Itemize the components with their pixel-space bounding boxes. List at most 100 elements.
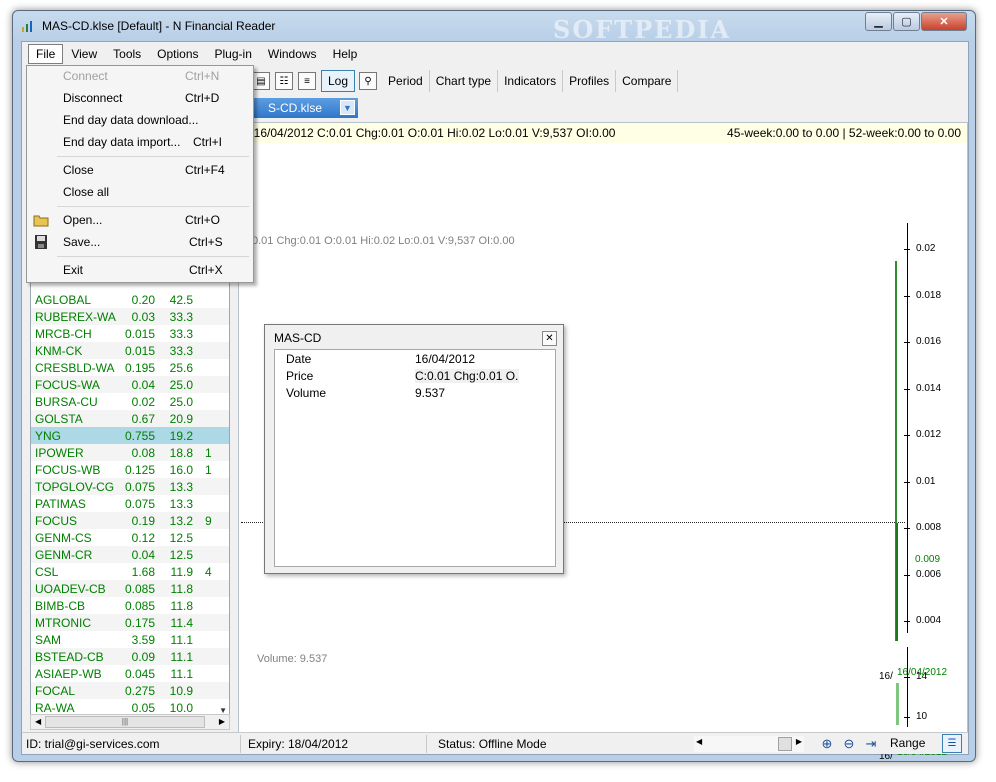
list-item[interactable]: RUBEREX-WA 0.03 33.3 xyxy=(31,308,229,325)
popup-row: Volume 9.537 xyxy=(275,384,555,401)
stock-price: 0.12 xyxy=(131,531,155,545)
price-tick xyxy=(904,435,910,436)
chevron-down-icon[interactable]: ▼ xyxy=(340,100,355,115)
close-window-button[interactable]: ✕ xyxy=(921,12,967,31)
chart-type-button[interactable]: Chart type xyxy=(430,70,499,92)
menu-view[interactable]: View xyxy=(63,44,105,64)
menu-item-disconnect[interactable]: Disconnect Ctrl+D xyxy=(27,88,253,108)
list-item[interactable]: MRCB-CH 0.015 33.3 xyxy=(31,325,229,342)
stock-chg: 13.3 xyxy=(169,480,193,494)
stock-price: 0.015 xyxy=(124,344,155,358)
period-button[interactable]: Period xyxy=(382,70,430,92)
stock-name: SAM xyxy=(35,633,62,647)
list-item[interactable]: BSTEAD-CB 0.09 11.1 xyxy=(31,648,229,665)
list-item[interactable]: BIMB-CB 0.085 11.8 xyxy=(31,597,229,614)
stock-price: 0.045 xyxy=(124,667,155,681)
menu-file[interactable]: File xyxy=(28,44,64,64)
profiles-button[interactable]: Profiles xyxy=(563,70,617,92)
list-item[interactable]: FOCUS 0.19 13.2 9 xyxy=(31,512,229,529)
stock-chg: 25.6 xyxy=(169,361,193,375)
menu-item-label: Disconnect xyxy=(63,91,123,105)
maximize-button[interactable]: ▢ xyxy=(893,12,920,31)
stock-price: 0.05 xyxy=(131,701,155,715)
stock-chg: 12.5 xyxy=(169,548,193,562)
list-item[interactable]: UOADEV-CB 0.085 11.8 xyxy=(31,580,229,597)
print-preview-icon[interactable]: ⚲ xyxy=(359,72,378,90)
menu-help[interactable]: Help xyxy=(325,44,366,64)
menu-item-download[interactable]: End day data download... xyxy=(27,110,253,130)
list-icon[interactable]: ≡ xyxy=(298,72,316,90)
zoom-in-icon[interactable]: ⊕ xyxy=(818,735,836,753)
menu-tools[interactable]: Tools xyxy=(105,44,149,64)
list-item[interactable]: TOPGLOV-CG 0.075 13.3 xyxy=(31,478,229,495)
watermark: SOFTPEDIA xyxy=(553,15,732,44)
floppy-disk-icon xyxy=(35,235,47,249)
zoom-out-icon[interactable]: ⊖ xyxy=(840,735,858,753)
indicators-button[interactable]: Indicators xyxy=(498,70,564,92)
stock-name: BSTEAD-CB xyxy=(35,650,104,664)
menu-item-label: Exit xyxy=(63,263,84,277)
scroll-thumb[interactable] xyxy=(778,737,792,751)
price-tick-label: 0.014 xyxy=(916,382,942,394)
list-item[interactable]: AGLOBAL 0.20 42.5 xyxy=(31,291,229,308)
stock-name: FOCUS-WB xyxy=(35,463,101,477)
menu-item-close-all[interactable]: Close all xyxy=(27,182,253,202)
list-item[interactable]: CSL 1.68 11.9 4 xyxy=(31,563,229,580)
list-item[interactable]: KNM-CK 0.015 33.3 xyxy=(31,342,229,359)
list-item[interactable]: PATIMAS 0.075 13.3 xyxy=(31,495,229,512)
properties-icon[interactable]: ☷ xyxy=(275,72,293,90)
list-item[interactable]: SAM 3.59 11.1 xyxy=(31,631,229,648)
document-tab[interactable]: S-CD.klse ▼ xyxy=(254,98,358,118)
list-item[interactable]: YNG 0.755 19.2 xyxy=(31,427,229,444)
menu-item-label: Save... xyxy=(63,235,101,249)
list-item[interactable]: FOCUS-WA 0.04 25.0 xyxy=(31,376,229,393)
price-tick-label: 0.01 xyxy=(916,475,936,487)
stock-chg: 11.4 xyxy=(170,616,193,630)
menu-item-connect[interactable]: Connect Ctrl+N xyxy=(27,66,253,86)
scroll-right-icon[interactable]: ▶ xyxy=(796,737,802,746)
list-item[interactable]: GENM-CR 0.04 12.5 xyxy=(31,546,229,563)
chart-icon[interactable]: ▤ xyxy=(252,72,270,90)
list-item[interactable]: GOLSTA 0.67 20.9 xyxy=(31,410,229,427)
chart-scrollbar[interactable]: ◀ ▶ xyxy=(694,736,804,752)
list-item[interactable]: ASIAEP-WB 0.045 11.1 xyxy=(31,665,229,682)
log-scale-button[interactable]: Log xyxy=(321,70,356,92)
title-bar[interactable]: MAS-CD.klse [Default] - N Financial Read… xyxy=(13,11,975,44)
list-item[interactable]: FOCUS-WB 0.125 16.0 1 xyxy=(31,461,229,478)
menu-item-import[interactable]: End day data import... Ctrl+I xyxy=(27,132,253,152)
scroll-thumb[interactable]: ||| xyxy=(45,716,205,728)
scroll-right-icon[interactable]: ▶ xyxy=(219,717,225,726)
minimize-button[interactable]: ▁ xyxy=(865,12,892,31)
go-to-end-icon[interactable]: ⇥ xyxy=(862,735,880,753)
app-icon xyxy=(22,21,32,32)
stock-name: BIMB-CB xyxy=(35,599,86,613)
menu-item-close[interactable]: Close Ctrl+F4 xyxy=(27,160,253,180)
menu-item-exit[interactable]: Exit Ctrl+X xyxy=(27,260,253,280)
stock-name: FOCAL xyxy=(35,684,76,698)
list-item[interactable]: BURSA-CU 0.02 25.0 xyxy=(31,393,229,410)
close-icon[interactable]: ✕ xyxy=(542,331,557,346)
menu-windows[interactable]: Windows xyxy=(260,44,325,64)
list-item[interactable]: CRESBLD-WA 0.195 25.6 xyxy=(31,359,229,376)
document-tab-label: S-CD.klse xyxy=(268,101,323,115)
menu-plug-in[interactable]: Plug-in xyxy=(207,44,260,64)
price-tick-label: 0.004 xyxy=(916,615,942,626)
scroll-left-icon[interactable]: ◀ xyxy=(35,717,41,726)
stock-price: 0.175 xyxy=(124,616,155,630)
list-item[interactable]: MTRONIC 0.175 11.4 xyxy=(31,614,229,631)
price-tick xyxy=(904,342,910,343)
scroll-left-icon[interactable]: ◀ xyxy=(696,737,702,746)
popup-row: Price C:0.01 Chg:0.01 O... xyxy=(275,367,555,384)
menu-item-open[interactable]: Open... Ctrl+O xyxy=(27,210,253,230)
list-item[interactable]: GENM-CS 0.12 12.5 xyxy=(31,529,229,546)
list-item[interactable]: FOCAL 0.275 10.9 xyxy=(31,682,229,699)
menu-item-save[interactable]: Save... Ctrl+S xyxy=(27,232,253,252)
panel-toggle-icon[interactable]: ☰ xyxy=(942,734,962,753)
stock-price: 0.20 xyxy=(131,293,155,307)
range-button[interactable]: Range xyxy=(890,736,925,750)
list-item[interactable]: IPOWER 0.08 18.8 1 xyxy=(31,444,229,461)
menu-options[interactable]: Options xyxy=(149,44,206,64)
compare-button[interactable]: Compare xyxy=(616,70,679,92)
stock-list-hscrollbar[interactable]: ◀ ||| ▶ xyxy=(30,714,230,730)
data-window-popup[interactable]: MAS-CD ✕ Date 16/04/2012 Price C:0.01 Ch… xyxy=(264,324,564,574)
